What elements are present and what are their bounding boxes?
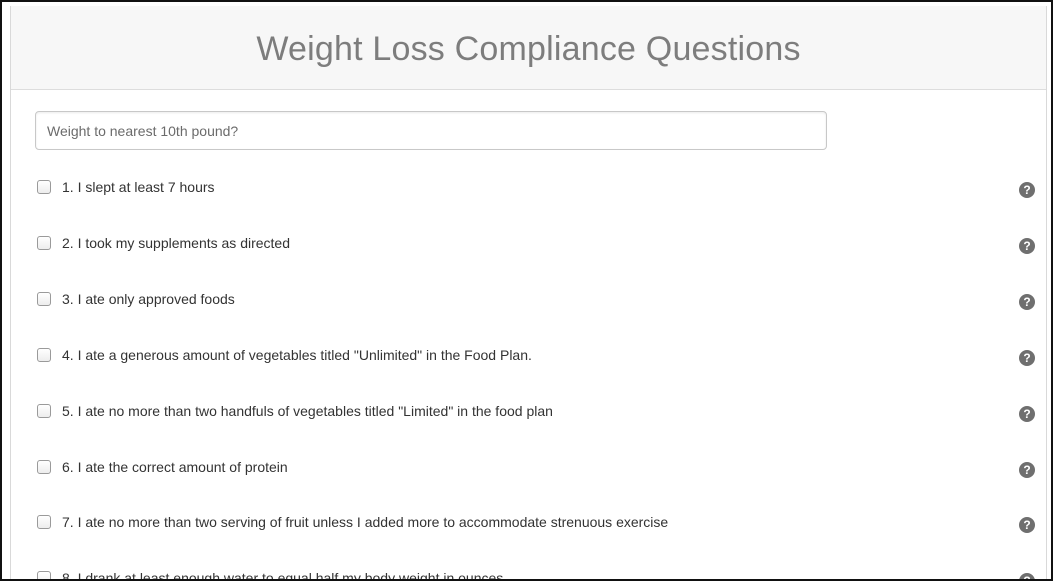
question-4-label[interactable]: 4. I ate a generous amount of vegetables…: [62, 347, 532, 363]
question-row: 1. I slept at least 7 hours ?: [35, 178, 1035, 204]
question-row: 4. I ate a generous amount of vegetables…: [35, 346, 1035, 372]
page-title: Weight Loss Compliance Questions: [256, 30, 801, 68]
question-7-checkbox[interactable]: [37, 515, 51, 529]
question-row: 3. I ate only approved foods ?: [35, 290, 1035, 316]
question-1-checkbox[interactable]: [37, 180, 51, 194]
question-7-label[interactable]: 7. I ate no more than two serving of fru…: [62, 514, 668, 530]
question-8-checkbox[interactable]: [37, 571, 51, 579]
question-2-checkbox[interactable]: [37, 236, 51, 250]
weight-input[interactable]: [35, 111, 827, 150]
question-row: 5. I ate no more than two handfuls of ve…: [35, 402, 1035, 428]
question-5-label[interactable]: 5. I ate no more than two handfuls of ve…: [62, 403, 553, 419]
question-row: 8. I drank at least enough water to equa…: [35, 569, 1035, 579]
compliance-panel: Weight Loss Compliance Questions 1. I sl…: [10, 6, 1047, 579]
help-icon[interactable]: ?: [1019, 182, 1035, 198]
help-icon[interactable]: ?: [1019, 573, 1035, 579]
help-icon[interactable]: ?: [1019, 406, 1035, 422]
help-icon[interactable]: ?: [1019, 517, 1035, 533]
question-4-checkbox[interactable]: [37, 348, 51, 362]
help-icon[interactable]: ?: [1019, 294, 1035, 310]
question-8-label[interactable]: 8. I drank at least enough water to equa…: [62, 570, 503, 579]
question-row: 7. I ate no more than two serving of fru…: [35, 513, 1035, 539]
help-icon[interactable]: ?: [1019, 350, 1035, 366]
question-5-checkbox[interactable]: [37, 404, 51, 418]
help-icon[interactable]: ?: [1019, 238, 1035, 254]
screenshot-frame: Weight Loss Compliance Questions 1. I sl…: [0, 0, 1053, 581]
question-6-checkbox[interactable]: [37, 460, 51, 474]
question-6-label[interactable]: 6. I ate the correct amount of protein: [62, 459, 288, 475]
question-2-label[interactable]: 2. I took my supplements as directed: [62, 235, 290, 251]
question-3-checkbox[interactable]: [37, 292, 51, 306]
help-icon[interactable]: ?: [1019, 462, 1035, 478]
question-3-label[interactable]: 3. I ate only approved foods: [62, 291, 235, 307]
question-1-label[interactable]: 1. I slept at least 7 hours: [62, 179, 215, 195]
question-row: 2. I took my supplements as directed ?: [35, 234, 1035, 260]
panel-header: Weight Loss Compliance Questions: [11, 6, 1046, 90]
question-row: 6. I ate the correct amount of protein ?: [35, 458, 1035, 484]
